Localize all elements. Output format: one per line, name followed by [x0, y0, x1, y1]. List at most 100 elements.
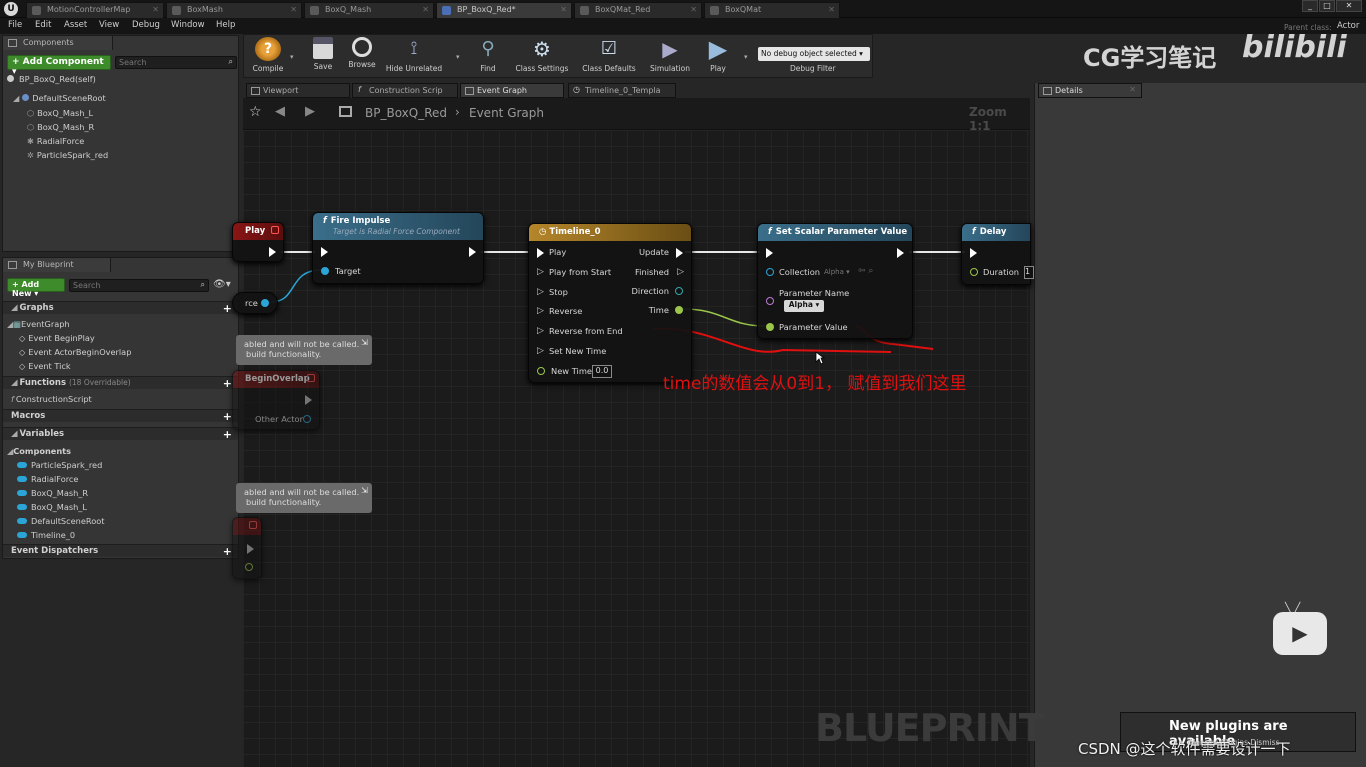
- add-variable-icon[interactable]: +: [223, 428, 232, 441]
- save-button[interactable]: Save: [301, 37, 345, 77]
- component-item[interactable]: ✲ ParticleSpark_red: [27, 150, 108, 160]
- unreal-logo-icon[interactable]: U: [4, 2, 18, 16]
- close-icon[interactable]: ✕: [422, 5, 429, 14]
- doc-tab-2[interactable]: BoxQ_Mash ✕: [304, 2, 434, 18]
- variable-item[interactable]: Timeline_0: [17, 530, 75, 540]
- class-defaults-button[interactable]: ☑ Class Defaults: [578, 37, 640, 77]
- menu-window[interactable]: Window: [171, 20, 205, 30]
- menu-asset[interactable]: Asset: [64, 20, 87, 30]
- components-tab[interactable]: Components: [3, 36, 113, 50]
- component-root[interactable]: ◢ DefaultSceneRoot: [13, 93, 106, 103]
- close-icon[interactable]: ✕: [560, 5, 567, 14]
- add-macro-icon[interactable]: +: [223, 410, 232, 423]
- debug-object-select[interactable]: No debug object selected ▾: [758, 47, 870, 61]
- doc-tab-4[interactable]: BoxQMat_Red ✕: [574, 2, 702, 18]
- component-item[interactable]: ⬡ BoxQ_Mash_L: [27, 108, 93, 118]
- float-pin[interactable]: [537, 367, 545, 375]
- doc-tab-5[interactable]: BoxQMat ✕: [704, 2, 840, 18]
- view-options-icon[interactable]: 👁▾: [213, 279, 231, 290]
- menu-debug[interactable]: Debug: [132, 20, 160, 30]
- functions-category[interactable]: ◢ Functions (18 Overridable) +: [3, 376, 238, 390]
- variables-category[interactable]: ◢ Variables +: [3, 427, 238, 441]
- target-pin[interactable]: [321, 267, 329, 275]
- close-icon[interactable]: ✕: [690, 5, 697, 14]
- object-pin[interactable]: [303, 415, 311, 423]
- close-icon[interactable]: ✕: [152, 5, 159, 14]
- exec-out-pin[interactable]: [305, 395, 312, 405]
- parameter-name-dropdown[interactable]: Alpha ▾: [784, 300, 824, 312]
- pin-icon[interactable]: ⇲: [361, 337, 368, 347]
- close-icon[interactable]: ✕: [290, 5, 297, 14]
- time-pin[interactable]: [675, 306, 683, 314]
- doc-tab-0[interactable]: MotionControllerMap ✕: [26, 2, 164, 18]
- find-button[interactable]: ⚲ Find: [466, 37, 510, 77]
- exec-in-pin[interactable]: [537, 248, 544, 258]
- component-item[interactable]: ⬡ BoxQ_Mash_R: [27, 122, 94, 132]
- finished-exec-pin[interactable]: ▷: [677, 267, 684, 277]
- menu-edit[interactable]: Edit: [35, 20, 51, 30]
- variable-item[interactable]: BoxQ_Mash_L: [17, 502, 87, 512]
- object-pin[interactable]: [261, 299, 269, 307]
- exec-in-pin-hollow[interactable]: ▷: [537, 326, 544, 336]
- tab-construction-script[interactable]: f Construction Scrip: [352, 83, 458, 98]
- video-play-button[interactable]: ╲ ╱ ▶: [1273, 603, 1327, 655]
- components-search-input[interactable]: Search ⌕: [115, 56, 237, 69]
- direction-pin[interactable]: [675, 287, 683, 295]
- event-dispatchers-category[interactable]: Event Dispatchers +: [3, 544, 238, 558]
- components-subcategory[interactable]: ◢Components: [7, 446, 71, 456]
- event-item[interactable]: ◇ Event BeginPlay: [19, 333, 95, 343]
- tab-timeline[interactable]: ◷ Timeline_0_Templa: [568, 83, 676, 98]
- use-selected-icon[interactable]: ⇦ ⌕: [858, 266, 873, 276]
- exec-in-pin-hollow[interactable]: ▷: [537, 346, 544, 356]
- my-blueprint-tab[interactable]: My Blueprint: [3, 258, 111, 272]
- radial-force-getter-node[interactable]: rce: [232, 292, 278, 314]
- doc-tab-3[interactable]: BP_BoxQ_Red* ✕: [436, 2, 572, 18]
- class-settings-button[interactable]: ⚙ Class Settings: [512, 37, 572, 77]
- event-item[interactable]: ◇ Event ActorBeginOverlap: [19, 347, 131, 357]
- hide-unrelated-button[interactable]: ⟟ Hide Unrelated: [384, 37, 444, 77]
- exec-in-pin-hollow[interactable]: ▷: [537, 306, 544, 316]
- add-dispatcher-icon[interactable]: +: [223, 545, 232, 558]
- close-icon[interactable]: ✕: [1129, 85, 1136, 94]
- exec-out-pin[interactable]: [469, 247, 476, 257]
- tab-event-graph[interactable]: Event Graph: [460, 83, 564, 98]
- exec-out-pin[interactable]: [247, 544, 254, 554]
- close-icon[interactable]: ✕: [828, 5, 835, 14]
- forward-icon[interactable]: ▶: [305, 104, 315, 119]
- collection-pin[interactable]: [766, 268, 774, 276]
- disabled-event-node[interactable]: [232, 517, 262, 579]
- variable-item[interactable]: BoxQ_Mash_R: [17, 488, 88, 498]
- back-icon[interactable]: ◀: [275, 104, 285, 119]
- compile-button[interactable]: ? Compile: [246, 37, 290, 77]
- minimize-button[interactable]: _: [1302, 0, 1318, 12]
- blueprint-search-input[interactable]: Search ⌕: [69, 279, 209, 292]
- event-item[interactable]: ◇ Event Tick: [19, 361, 71, 371]
- event-begin-play-node[interactable]: Play: [232, 222, 284, 262]
- doc-tab-1[interactable]: BoxMash ✕: [166, 2, 302, 18]
- duration-input[interactable]: 1: [1024, 266, 1034, 279]
- breadcrumb-root[interactable]: BP_BoxQ_Red: [365, 106, 447, 120]
- delegate-pin-icon[interactable]: [271, 226, 279, 234]
- exec-out-pin[interactable]: [269, 247, 276, 257]
- parameter-value-pin[interactable]: [766, 323, 774, 331]
- menu-view[interactable]: View: [99, 20, 119, 30]
- exec-in-pin-hollow[interactable]: ▷: [537, 287, 544, 297]
- delegate-pin-icon[interactable]: [307, 374, 315, 382]
- hide-unrelated-options-icon[interactable]: ▾: [456, 53, 460, 61]
- graphs-category[interactable]: ◢ Graphs +: [3, 301, 238, 315]
- float-pin[interactable]: [245, 563, 253, 571]
- name-pin[interactable]: [766, 297, 774, 305]
- exec-in-pin[interactable]: [766, 248, 773, 258]
- tab-details[interactable]: Details ✕: [1038, 83, 1142, 98]
- exec-in-pin[interactable]: [321, 247, 328, 257]
- update-exec-pin[interactable]: [676, 248, 683, 258]
- compile-options-icon[interactable]: ▾: [290, 53, 294, 61]
- play-options-icon[interactable]: ▾: [744, 53, 748, 61]
- collection-dropdown[interactable]: Alpha ▾: [824, 268, 850, 276]
- component-self[interactable]: BP_BoxQ_Red(self): [7, 74, 96, 84]
- play-button[interactable]: ▶ Play: [696, 37, 740, 77]
- add-graph-icon[interactable]: +: [223, 302, 232, 315]
- close-window-button[interactable]: ✕: [1336, 0, 1362, 12]
- maximize-button[interactable]: □: [1319, 0, 1335, 12]
- delay-node[interactable]: f Delay Duration 1: [961, 223, 1034, 285]
